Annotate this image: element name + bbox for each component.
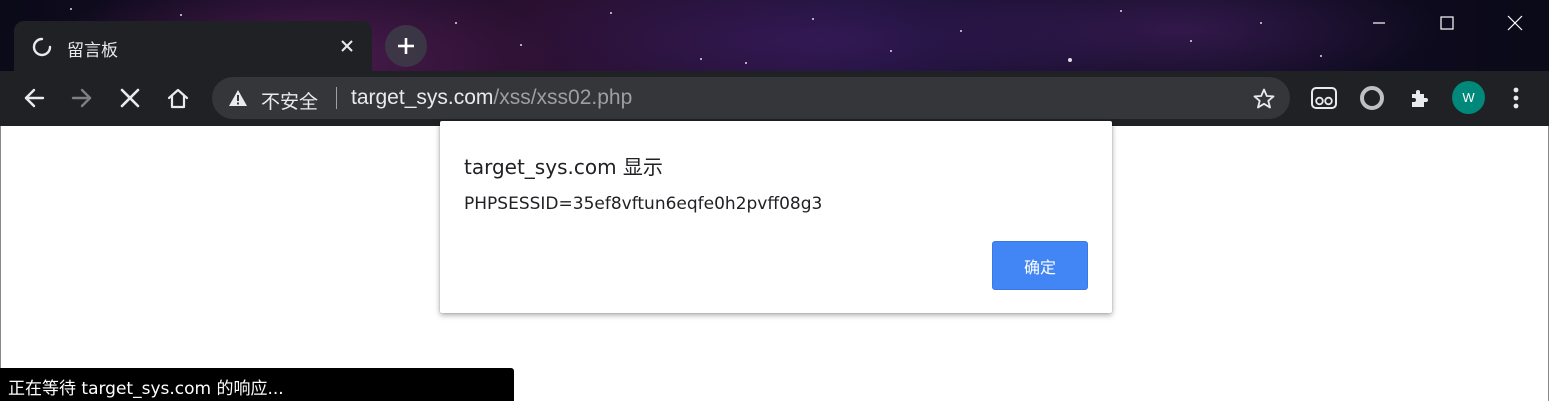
extension-button[interactable] <box>1307 81 1341 115</box>
background-star <box>1190 40 1192 42</box>
warning-icon[interactable] <box>228 88 248 108</box>
background-star <box>890 50 892 52</box>
close-icon <box>120 88 140 108</box>
background-star <box>455 22 457 24</box>
background-star <box>610 12 612 14</box>
home-button[interactable] <box>161 81 195 115</box>
back-button[interactable] <box>17 81 51 115</box>
background-star <box>745 62 747 64</box>
extension-glasses-icon <box>1311 87 1337 109</box>
background-star <box>960 30 962 32</box>
background-star <box>180 14 182 16</box>
bookmark-star-icon[interactable] <box>1252 87 1276 111</box>
puzzle-piece-icon <box>1412 90 1428 107</box>
browser-tab[interactable]: 留言板 <box>14 21 372 71</box>
loading-spinner-icon <box>32 37 52 57</box>
minimize-button[interactable] <box>1345 0 1413 45</box>
minimize-icon <box>1373 21 1385 24</box>
stop-loading-button[interactable] <box>113 81 147 115</box>
background-star <box>700 58 702 60</box>
background-star <box>1320 55 1322 57</box>
extension-circle-button[interactable] <box>1355 81 1389 115</box>
forward-button[interactable] <box>65 81 99 115</box>
background-star <box>1260 22 1262 24</box>
record-circle-icon <box>1360 86 1384 110</box>
dialog-title: target_sys.com 显示 <box>464 155 663 179</box>
more-vert-icon <box>1513 87 1519 109</box>
new-tab-button[interactable] <box>385 25 427 67</box>
background-star <box>70 8 72 10</box>
background-star <box>812 18 814 20</box>
close-icon <box>341 40 353 52</box>
ok-button[interactable]: 确定 <box>992 241 1088 290</box>
extensions-menu-button[interactable] <box>1403 81 1437 115</box>
address-bar[interactable]: 不安全 target_sys.com/xss/xss02.php <box>212 77 1290 119</box>
close-window-button[interactable] <box>1481 0 1549 45</box>
background-star <box>1068 58 1072 62</box>
browser-frame: 留言板 不安全 target_sys.com/xss/xss02.php W <box>0 0 1549 126</box>
home-icon <box>167 88 189 109</box>
maximize-icon <box>1440 15 1454 30</box>
browser-menu-button[interactable] <box>1499 81 1533 115</box>
background-star <box>520 44 522 46</box>
arrow-left-icon <box>24 88 45 108</box>
alert-dialog: target_sys.com 显示 PHPSESSID=35ef8vftun6e… <box>440 121 1112 313</box>
url-host: target_sys.com <box>351 86 494 109</box>
arrow-right-icon <box>71 88 92 108</box>
url-path: /xss/xss02.php <box>493 86 633 109</box>
separator <box>336 87 337 109</box>
profile-avatar[interactable]: W <box>1452 81 1485 114</box>
dialog-message: PHPSESSID=35ef8vftun6eqfe0h2pvff08g3 <box>464 194 823 214</box>
url-text[interactable]: target_sys.com/xss/xss02.php <box>351 86 632 110</box>
tab-title: 留言板 <box>67 41 118 61</box>
security-status-label[interactable]: 不安全 <box>261 87 318 114</box>
plus-icon <box>398 38 414 54</box>
maximize-button[interactable] <box>1413 0 1481 45</box>
background-star <box>1120 10 1122 12</box>
page-border <box>0 126 1 401</box>
close-icon <box>1507 15 1523 30</box>
tab-close-button[interactable] <box>336 35 358 57</box>
status-bubble: 正在等待 target_sys.com 的响应... <box>0 368 514 401</box>
browser-toolbar: 不安全 target_sys.com/xss/xss02.php W <box>0 71 1549 126</box>
